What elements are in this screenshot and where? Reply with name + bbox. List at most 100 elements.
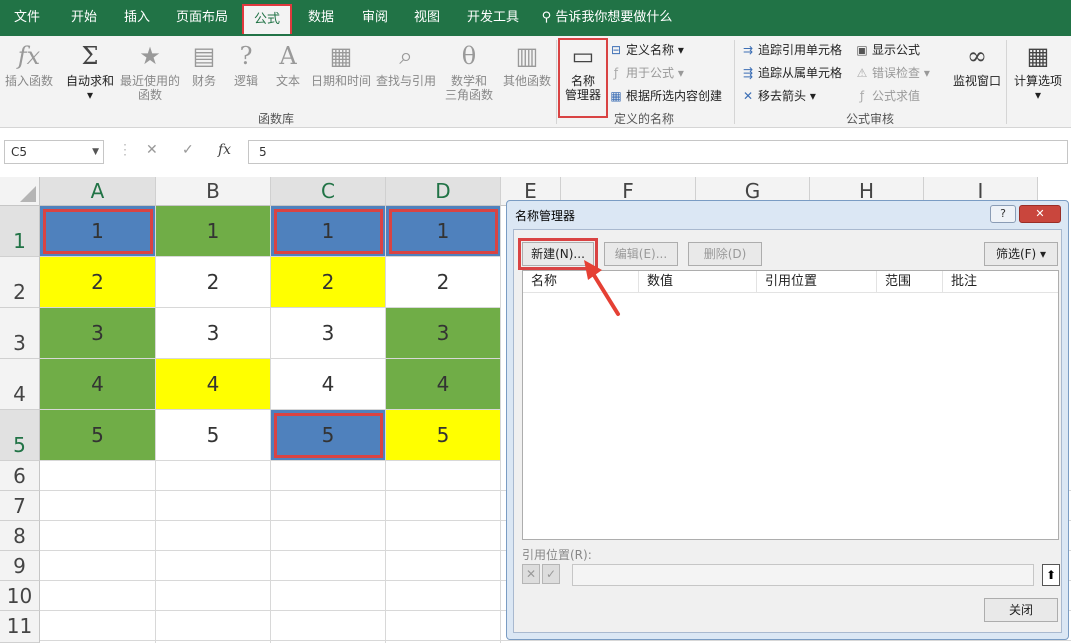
filter-button[interactable]: 筛选(F) ▾ [984, 242, 1058, 266]
confirm-ref-icon[interactable]: ✓ [542, 564, 560, 584]
insert-function-button[interactable]: fx 插入函数 [2, 40, 56, 88]
formula-input[interactable]: 5 [248, 140, 1068, 164]
cancel-icon[interactable]: ✕ [146, 142, 158, 158]
column-header-c[interactable]: C [271, 177, 386, 206]
select-all-corner[interactable] [0, 177, 40, 206]
list-column-refers-to[interactable]: 引用位置 [757, 271, 877, 293]
chevron-down-icon[interactable]: ▼ [92, 141, 99, 163]
question-book-icon: ? [239, 42, 253, 70]
tab-page-layout[interactable]: 页面布局 [170, 0, 234, 36]
list-column-value[interactable]: 数值 [639, 271, 757, 293]
cell-b2[interactable]: 2 [156, 257, 271, 308]
collapse-dialog-icon[interactable]: ⬆ [1042, 564, 1060, 586]
watch-window-button[interactable]: ∞ 监视窗口 [950, 40, 1004, 88]
trace-dependents-icon: ⇶ [742, 66, 754, 80]
text-function-button[interactable]: A 文本 [268, 40, 308, 88]
cell-a3[interactable]: 3 [40, 308, 156, 359]
cell-d1[interactable]: 1 [386, 206, 501, 257]
row-header-4[interactable]: 4 [0, 359, 40, 410]
trace-precedents-button[interactable]: ⇉ 追踪引用单元格 [740, 42, 842, 58]
row-header-7[interactable]: 7 [0, 491, 40, 521]
define-name-button[interactable]: ⊟ 定义名称 ▾ [608, 42, 684, 58]
lookup-button[interactable]: ⌕ 查找与引用 [374, 40, 438, 88]
delete-name-button[interactable]: 删除(D) [688, 242, 762, 266]
tell-me-box[interactable]: ⚲ 告诉我你想要做什么 [540, 0, 674, 36]
cell-b5[interactable]: 5 [156, 410, 271, 461]
logical-button[interactable]: ? 逻辑 [226, 40, 266, 88]
cell-b1[interactable]: 1 [156, 206, 271, 257]
row-header-1[interactable]: 1 [0, 206, 40, 257]
financial-button[interactable]: ▤ 财务 [184, 40, 224, 88]
cell-d5[interactable]: 5 [386, 410, 501, 461]
cell-b3[interactable]: 3 [156, 308, 271, 359]
list-column-comment[interactable]: 批注 [943, 271, 1058, 293]
recently-used-button[interactable]: ★ 最近使用的 函数 [118, 40, 182, 102]
insert-function-fx-icon[interactable]: fx [218, 142, 231, 158]
remove-arrows-button[interactable]: ✕ 移去箭头 ▾ [740, 88, 816, 104]
datetime-button[interactable]: ▦ 日期和时间 [308, 40, 374, 88]
row-header-5[interactable]: 5 [0, 410, 40, 461]
cell-d3[interactable]: 3 [386, 308, 501, 359]
close-x-icon[interactable]: ✕ [1019, 205, 1061, 223]
calendar-icon: ▦ [329, 42, 353, 70]
autosum-button[interactable]: Σ 自动求和 ▾ [62, 40, 118, 102]
tab-insert[interactable]: 插入 [112, 0, 162, 36]
cell-d4[interactable]: 4 [386, 359, 501, 410]
glasses-icon: ∞ [967, 42, 987, 70]
tab-view[interactable]: 视图 [404, 0, 450, 36]
row-header-9[interactable]: 9 [0, 551, 40, 581]
column-header-a[interactable]: A [40, 177, 156, 206]
tab-review[interactable]: 审阅 [352, 0, 398, 36]
more-dots-icon: ⋮ [118, 142, 132, 158]
tab-file[interactable]: 文件 [4, 0, 50, 36]
math-trig-button[interactable]: θ 数学和 三角函数 [438, 40, 500, 102]
tab-formulas[interactable]: 公式 [242, 4, 292, 34]
close-button[interactable]: 关闭 [984, 598, 1058, 622]
column-header-b[interactable]: B [156, 177, 271, 206]
list-column-name[interactable]: 名称 [523, 271, 639, 293]
new-name-button[interactable]: 新建(N)... [518, 238, 598, 270]
cell-b4[interactable]: 4 [156, 359, 271, 410]
use-in-formula-button[interactable]: ƒ 用于公式 ▾ [608, 65, 684, 81]
cell-c4[interactable]: 4 [271, 359, 386, 410]
gridline [385, 461, 386, 643]
cell-a1[interactable]: 1 [40, 206, 156, 257]
column-header-d[interactable]: D [386, 177, 501, 206]
cell-d2[interactable]: 2 [386, 257, 501, 308]
create-from-selection-button[interactable]: ▦ 根据所选内容创建 [608, 88, 722, 104]
trace-dependents-button[interactable]: ⇶ 追踪从属单元格 [740, 65, 842, 81]
chevron-down-icon: ▾ [677, 43, 684, 57]
enter-check-icon[interactable]: ✓ [182, 142, 194, 158]
cell-a5[interactable]: 5 [40, 410, 156, 461]
name-box[interactable]: C5 ▼ [4, 140, 104, 164]
tab-home[interactable]: 开始 [58, 0, 110, 36]
cell-c3[interactable]: 3 [271, 308, 386, 359]
list-column-scope[interactable]: 范围 [877, 271, 943, 293]
row-header-11[interactable]: 11 [0, 611, 40, 643]
name-manager-button[interactable]: ▭ 名称 管理器 [558, 38, 608, 118]
refers-to-input[interactable] [572, 564, 1034, 586]
cell-c2[interactable]: 2 [271, 257, 386, 308]
more-functions-button[interactable]: ▥ 其他函数 [500, 40, 554, 88]
tab-data[interactable]: 数据 [298, 0, 344, 36]
cell-c5[interactable]: 5 [271, 410, 386, 461]
edit-name-button[interactable]: 编辑(E)... [604, 242, 678, 266]
calc-options-button[interactable]: ▦ 计算选项 ▾ [1010, 40, 1066, 102]
help-button[interactable]: ? [990, 205, 1016, 223]
show-formulas-button[interactable]: ▣ 显示公式 [854, 42, 920, 58]
cell-a2[interactable]: 2 [40, 257, 156, 308]
names-list[interactable]: 名称 数值 引用位置 范围 批注 [522, 270, 1059, 540]
row-header-10[interactable]: 10 [0, 581, 40, 611]
cell-c1[interactable]: 1 [271, 206, 386, 257]
divider [556, 40, 557, 124]
row-header-6[interactable]: 6 [0, 461, 40, 491]
tab-developer[interactable]: 开发工具 [460, 0, 526, 36]
gridline [500, 461, 501, 643]
cancel-ref-icon[interactable]: ✕ [522, 564, 540, 584]
error-checking-button[interactable]: ⚠ 错误检查 ▾ [854, 65, 930, 81]
evaluate-formula-button[interactable]: ƒ 公式求值 [854, 88, 920, 104]
row-header-3[interactable]: 3 [0, 308, 40, 359]
row-header-2[interactable]: 2 [0, 257, 40, 308]
cell-a4[interactable]: 4 [40, 359, 156, 410]
row-header-8[interactable]: 8 [0, 521, 40, 551]
